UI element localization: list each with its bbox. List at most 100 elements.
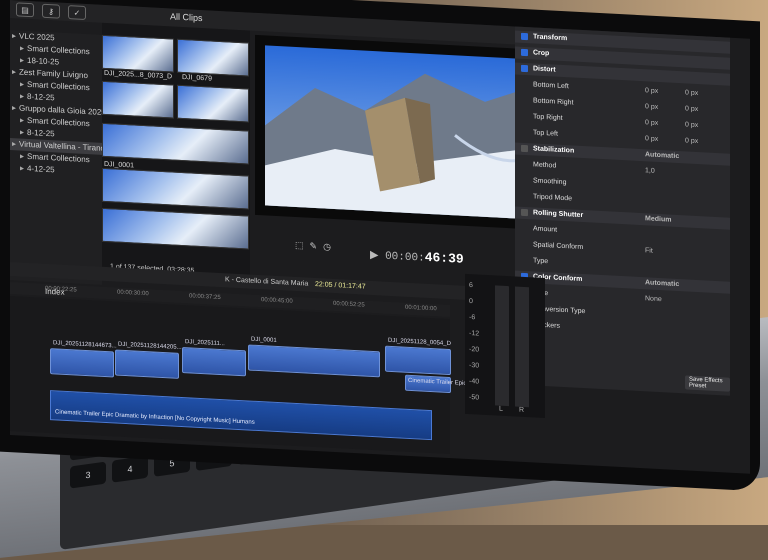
inspector-label: Method [533,161,557,170]
speed-icon[interactable]: ◷ [323,241,331,252]
save-effects-preset-button[interactable]: Save Effects Preset [685,375,730,392]
inspector-label: Spatial Conform [533,241,584,252]
viewer-frame [265,45,526,219]
meter-channel-right [515,286,529,408]
clip-thumbnail[interactable] [177,38,249,77]
inspector-value[interactable]: 1,0 [645,165,655,178]
clip-label: DJI_0001 [104,160,134,170]
enable-checkbox[interactable] [521,32,528,41]
y-value[interactable]: 0 px [685,103,698,116]
video-inspector: TrackersConversion TypeTypeNoneColor Con… [515,14,730,396]
clip-thumbnail[interactable] [102,167,249,210]
disclosure-icon[interactable]: ▸ [20,80,24,89]
ruler-tick: 00:00:45:00 [261,297,293,305]
inspector-label: Rolling Shutter [533,209,584,220]
project-name[interactable]: K - Castello di Santa Maria [225,276,308,287]
timeline-clip[interactable]: DJI_0001 [248,337,380,378]
inspector-label: Smoothing [533,177,567,187]
ruler-tick: 00:00:30:00 [117,289,149,298]
meter-tick: -50 [469,394,480,402]
y-value[interactable]: 0 px [685,119,698,132]
inspector-label: Top Left [533,129,558,138]
ruler-tick: 00:00:52:25 [333,300,365,309]
y-value[interactable]: 0 px [685,135,698,148]
meter-tick: -20 [469,346,480,354]
ruler-tick: 00:01:00:00 [405,304,437,313]
viewer-tools: ⬚ ✎ ◷ [295,240,331,253]
inspector-label: Stabilization [533,145,575,155]
check-icon[interactable]: ✓ [68,5,86,20]
timeline-clip[interactable]: DJI_20251128144673... [50,340,117,378]
key-icon[interactable]: ⚷ [42,3,60,19]
x-value[interactable]: 0 px [645,117,658,130]
inspector-value[interactable]: Medium [645,213,671,226]
y-value[interactable]: 0 px [685,87,698,100]
index-button[interactable]: Index [45,287,65,297]
play-icon[interactable]: ▶ [370,250,378,262]
x-value[interactable]: 0 px [645,133,658,146]
meter-channel-left [495,285,509,407]
clip-label: DJI_0679 [182,74,212,83]
inspector-label: Distort [533,65,556,74]
keyboard-key[interactable]: 3 [70,461,106,489]
enable-checkbox[interactable] [521,208,528,217]
project-duration: 22:05 / 01:17:47 [315,280,366,291]
timecode-display: ▶ 00:00:46:39 [370,249,464,267]
inspector-label: Bottom Right [533,97,574,107]
inspector-label: Crop [533,49,550,58]
meter-channel-label: L [499,405,503,413]
inspector-label: Top Right [533,113,563,122]
inspector-label: Type [533,257,549,266]
meter-tick: -30 [469,362,480,370]
inspector-label: Transform [533,33,568,43]
disclosure-icon[interactable]: ▸ [12,139,16,148]
inspector-label: Tripod Mode [533,193,573,203]
disclosure-icon[interactable]: ▸ [20,92,24,101]
disclosure-icon[interactable]: ▸ [12,31,16,40]
inspector-label: Amount [533,225,558,234]
inspector-value[interactable]: None [645,293,662,306]
disclosure-icon[interactable]: ▸ [20,152,24,161]
audio-meter: 6 0 -6 -12 -20 -30 -40 -50 L R [465,273,545,419]
transform-tool-icon[interactable]: ⬚ [295,240,304,251]
meter-tick: -12 [469,330,480,338]
enable-checkbox[interactable] [521,144,528,153]
clip-thumbnail[interactable] [102,207,249,250]
enable-checkbox[interactable] [521,48,528,57]
timeline-clip[interactable]: DJI_20251128144205... [115,342,182,379]
meter-channel-label: R [519,406,525,414]
disclosure-icon[interactable]: ▸ [20,56,24,65]
clip-browser: DJI_2025...8_0073_D DJI_0679 DJI_0001 [102,22,250,281]
library-icon[interactable]: ▤ [16,2,34,18]
meter-tick: 6 [469,282,473,290]
meter-tick: 0 [469,298,473,306]
library-sidebar: ▸ VLC 2025 ▸ Smart Collections ▸ 18-10-25 ▸ Zes… [10,30,102,285]
disclosure-icon[interactable]: ▸ [20,116,24,125]
enhance-icon[interactable]: ✎ [310,241,318,252]
keyboard-key[interactable]: 4 [112,455,148,483]
meter-tick: -6 [469,314,476,322]
timeline-clip[interactable]: DJI_20251128_0054_D [385,338,451,376]
viewer[interactable] [255,34,530,230]
enable-checkbox[interactable] [521,64,528,73]
disclosure-icon[interactable]: ▸ [20,44,24,53]
inspector-label: Bottom Left [533,81,569,91]
clip-thumbnail[interactable] [102,80,174,119]
disclosure-icon[interactable]: ▸ [20,128,24,137]
clip-thumbnail[interactable] [102,122,249,165]
timeline-clip[interactable]: Cinematic Trailer Epic... [405,374,471,394]
inspector-value[interactable]: Automatic [645,149,679,163]
ruler-tick: 00:00:37:25 [189,293,221,302]
timeline-clip[interactable]: DJI_2025111... [182,339,246,377]
all-clips-filter[interactable]: All Clips [170,11,203,23]
meter-tick: -40 [469,378,480,386]
disclosure-icon[interactable]: ▸ [12,67,16,76]
inspector-value[interactable]: Fit [645,245,653,257]
x-value[interactable]: 0 px [645,85,658,98]
clip-thumbnail[interactable] [102,34,174,73]
inspector-value[interactable]: Automatic [645,277,679,291]
disclosure-icon[interactable]: ▸ [20,164,24,173]
clip-thumbnail[interactable] [177,84,249,123]
disclosure-icon[interactable]: ▸ [12,103,16,112]
x-value[interactable]: 0 px [645,101,658,114]
